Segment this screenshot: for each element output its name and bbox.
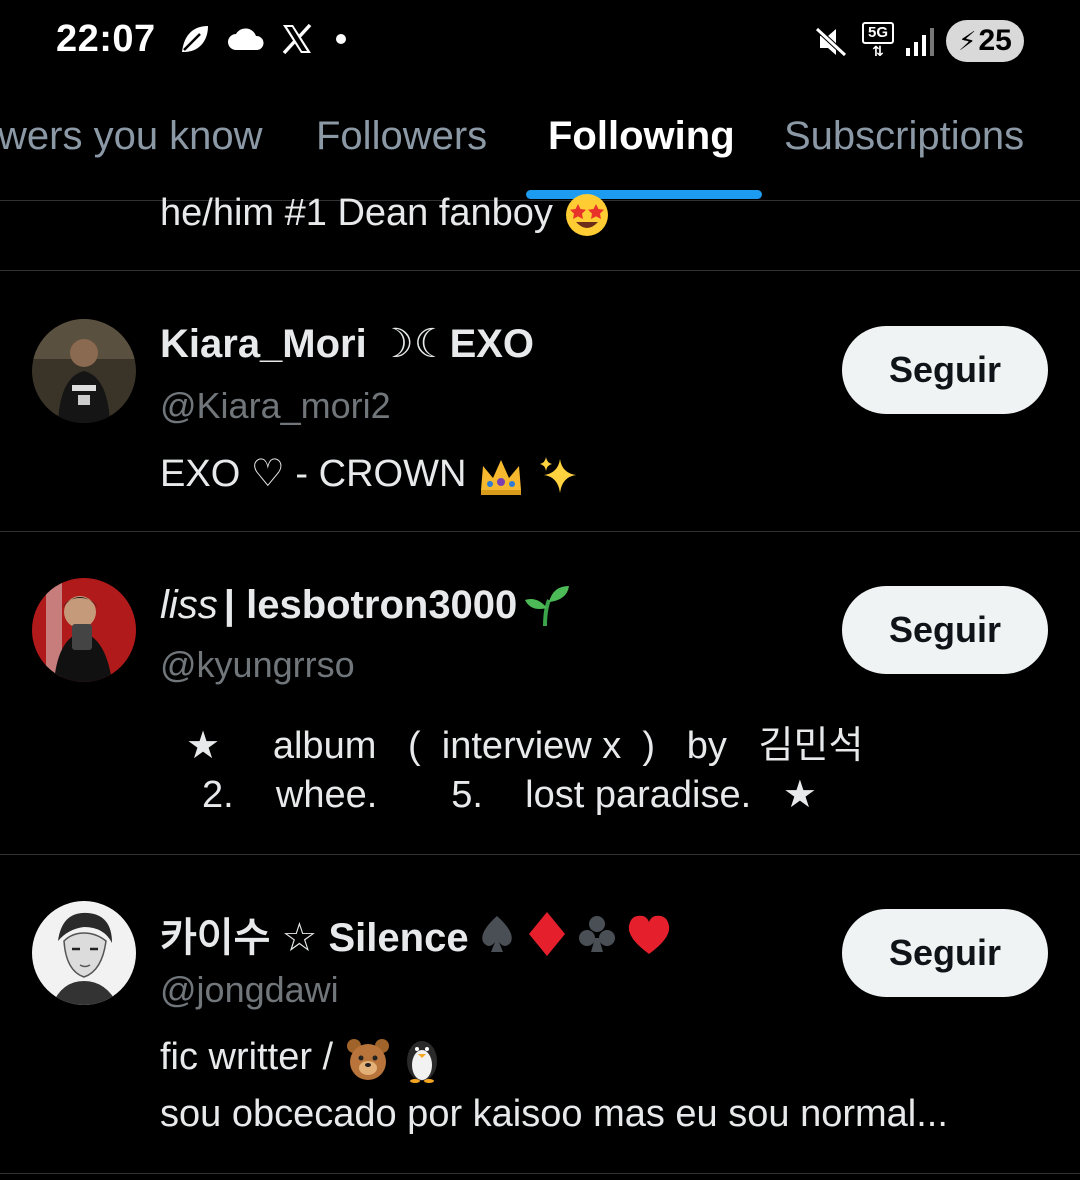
battery-indicator: ⚡ 25 [946, 20, 1024, 62]
tab-following[interactable]: Following [548, 114, 735, 159]
user-row-kiara-mori[interactable]: Kiara_Mori ☽☾EXO @Kiara_mori2 EXO ♡ - CR… [0, 271, 1080, 531]
user-name-text: | lesbotron3000 [223, 582, 518, 627]
avatar[interactable] [32, 578, 136, 682]
user-display-name[interactable]: liss | lesbotron3000 [160, 582, 571, 628]
leaf-icon [182, 26, 208, 52]
user-bio-line: sou obcecado por kaisoo mas eu sou norma… [160, 1093, 948, 1135]
status-bar: 22:07 5G ⇅ ⚡ 25 [0, 0, 1080, 90]
user-bio-line: fic writter / [160, 1036, 334, 1079]
network-5g-icon: 5G ⇅ [862, 22, 894, 58]
bear-face-emoji-icon [346, 1039, 389, 1080]
spade-suit-icon [481, 916, 512, 952]
tab-followers[interactable]: Followers [316, 114, 487, 159]
follow-button[interactable]: Seguir [842, 326, 1048, 414]
user-display-name[interactable]: 카이수 ☆ Silence [160, 905, 673, 963]
user-bio: EXO ♡ - CROWN [160, 451, 582, 499]
cloud-icon [228, 28, 264, 50]
previous-user-bio: he/him #1 Dean fanboy [160, 192, 610, 238]
user-display-name[interactable]: Kiara_Mori ☽☾EXO [160, 321, 534, 367]
user-name-prefix: liss [160, 582, 218, 627]
divider [0, 1173, 1080, 1174]
user-name-text: Kiara_Mori ☽☾EXO [160, 322, 535, 366]
user-handle: @jongdawi [160, 969, 339, 1010]
heart-suit-icon [628, 915, 669, 954]
user-bio-line: ★ album ( interview x ) by 김민석 [186, 725, 864, 767]
follow-button[interactable]: Seguir [842, 586, 1048, 674]
charging-bolt-icon: ⚡ [958, 25, 977, 56]
more-notifications-dot [336, 34, 346, 44]
tab-bar: wers you know Followers Following Subscr… [0, 96, 1080, 201]
sparkles-emoji-icon [539, 456, 576, 493]
notification-icons [178, 22, 346, 56]
network-type-label: 5G [862, 22, 894, 44]
avatar[interactable] [32, 319, 136, 423]
mute-icon [815, 27, 847, 57]
user-handle: @Kiara_mori2 [160, 385, 391, 426]
user-row-jongdawi[interactable]: 카이수 ☆ Silence @jongdawi fic writter / so… [0, 855, 1080, 1173]
club-suit-icon [578, 916, 615, 952]
star-eyes-emoji-icon [565, 194, 608, 236]
signal-icon [906, 28, 934, 56]
status-time: 22:07 [56, 18, 156, 60]
user-name-text: 카이수 ☆ Silence [160, 916, 469, 960]
user-bio-line: EXO ♡ - CROWN [160, 453, 467, 495]
crown-emoji-icon [480, 459, 521, 495]
penguin-emoji-icon [407, 1041, 438, 1083]
follow-button[interactable]: Seguir [842, 909, 1048, 997]
seedling-emoji-icon [525, 586, 570, 627]
tab-followers-you-know[interactable]: wers you know [0, 114, 263, 159]
user-bio-line: 2. whee. 5. lost paradise. ★ [202, 774, 817, 816]
user-row-kyungrrso[interactable]: liss | lesbotron3000 @kyungrrso ★ album … [0, 532, 1080, 854]
diamond-suit-icon [528, 912, 565, 956]
tab-subscriptions[interactable]: Subscriptions [784, 114, 1024, 159]
previous-user-bio-text: he/him #1 Dean fanboy [160, 192, 553, 235]
battery-level: 25 [978, 24, 1012, 57]
user-handle: @kyungrrso [160, 644, 355, 685]
user-bio: fic writter / [160, 1035, 442, 1083]
x-logo-icon [282, 23, 312, 55]
avatar[interactable] [32, 901, 136, 1005]
